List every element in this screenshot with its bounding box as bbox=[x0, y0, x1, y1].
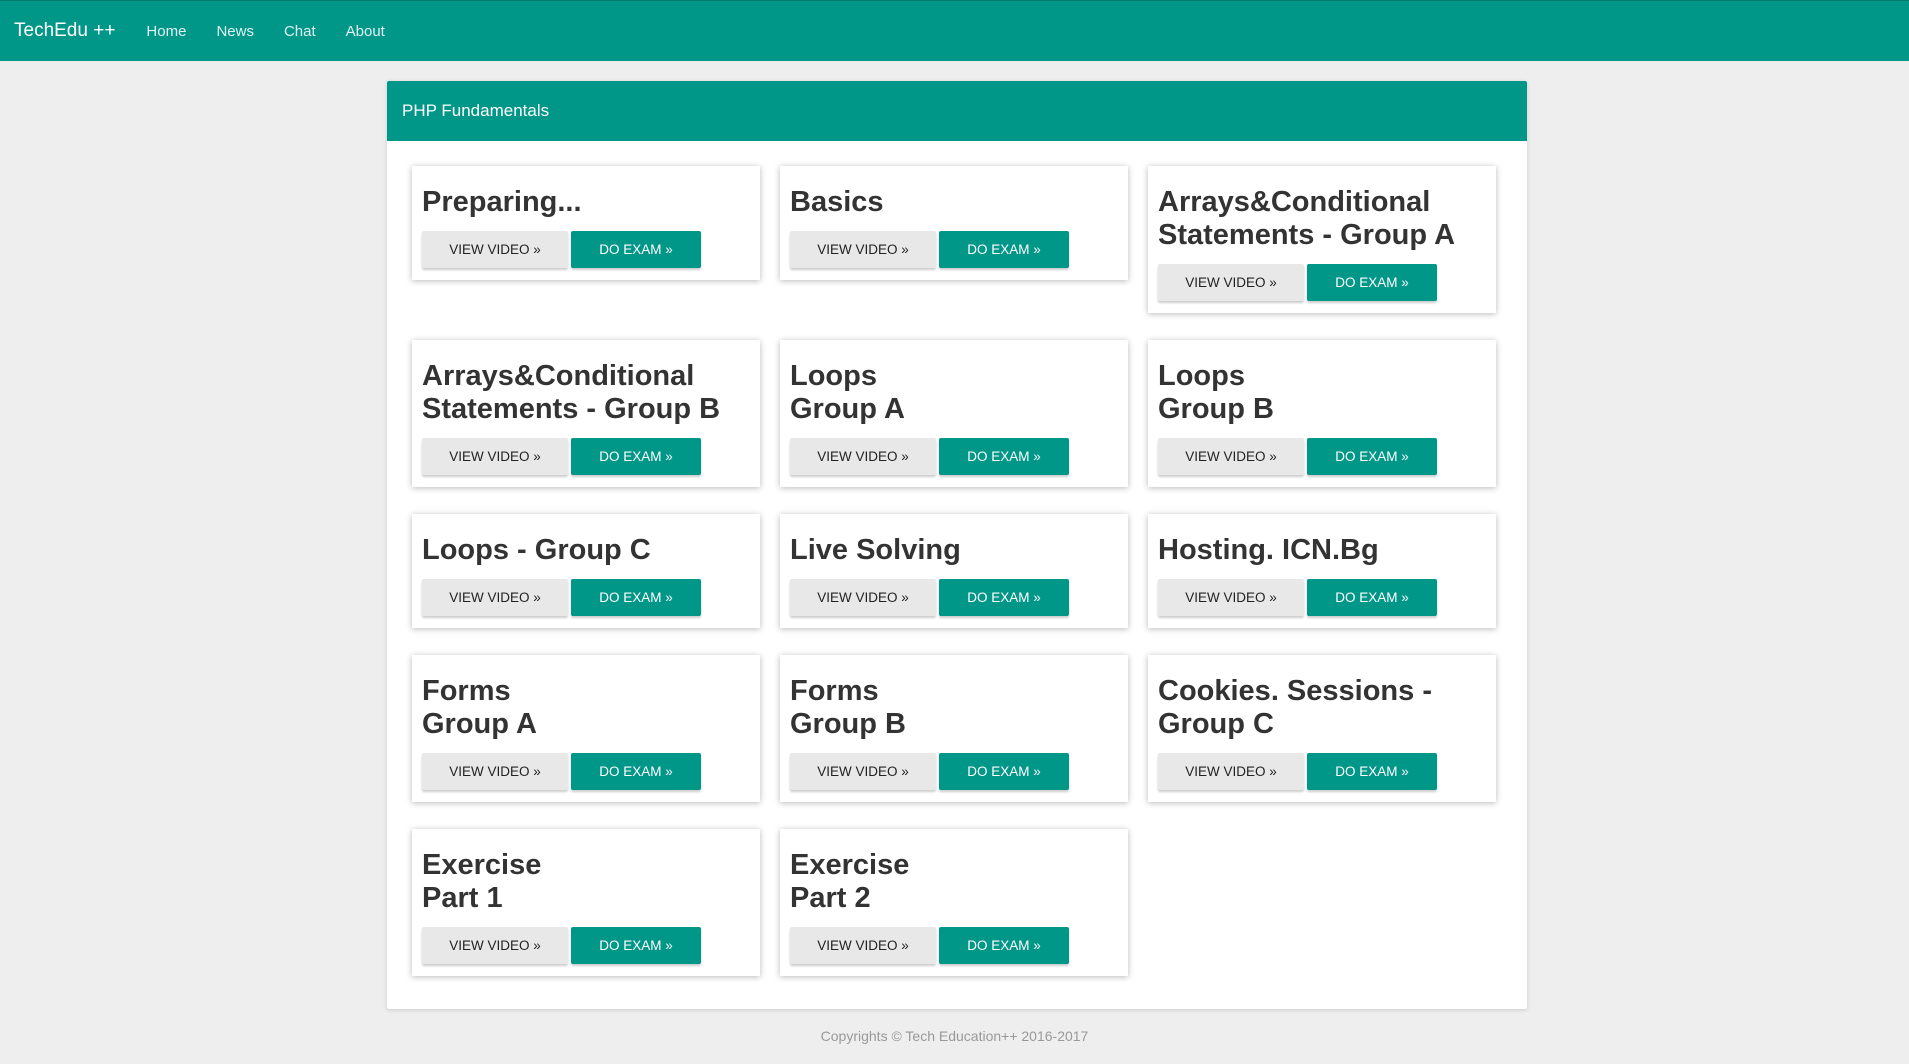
course-title: Cookies. Sessions - Group C bbox=[1158, 675, 1432, 740]
nav-link-news[interactable]: News bbox=[216, 23, 254, 40]
nav-link-about[interactable]: About bbox=[346, 23, 385, 40]
view-video-button[interactable]: VIEW VIDEO » bbox=[790, 753, 936, 790]
nav-link-chat[interactable]: Chat bbox=[284, 23, 316, 40]
brand-link[interactable]: TechEdu ++ bbox=[14, 20, 115, 42]
do-exam-button[interactable]: DO EXAM » bbox=[1307, 579, 1437, 616]
view-video-button[interactable]: VIEW VIDEO » bbox=[422, 927, 568, 964]
course-title: Arrays&Conditional Statements - Group B bbox=[422, 360, 721, 425]
view-video-button[interactable]: VIEW VIDEO » bbox=[1158, 438, 1304, 475]
course-card: Loops Group B VIEW VIDEO » DO EXAM » bbox=[1148, 340, 1496, 487]
do-exam-button[interactable]: DO EXAM » bbox=[571, 927, 701, 964]
course-card: Live Solving VIEW VIDEO » DO EXAM » bbox=[780, 514, 1128, 628]
view-video-button[interactable]: VIEW VIDEO » bbox=[790, 231, 936, 268]
course-title: Exercise Part 2 bbox=[790, 849, 910, 914]
view-video-button[interactable]: VIEW VIDEO » bbox=[422, 231, 568, 268]
course-title: Preparing... bbox=[422, 186, 582, 218]
view-video-button[interactable]: VIEW VIDEO » bbox=[1158, 753, 1304, 790]
course-card: Forms Group A VIEW VIDEO » DO EXAM » bbox=[412, 655, 760, 802]
course-card: Exercise Part 1 VIEW VIDEO » DO EXAM » bbox=[412, 829, 760, 976]
view-video-button[interactable]: VIEW VIDEO » bbox=[1158, 579, 1304, 616]
course-card: Arrays&Conditional Statements - Group B … bbox=[412, 340, 760, 487]
do-exam-button[interactable]: DO EXAM » bbox=[1307, 438, 1437, 475]
course-card: Arrays&Conditional Statements - Group A … bbox=[1148, 166, 1496, 313]
course-title: Forms Group A bbox=[422, 675, 537, 740]
view-video-button[interactable]: VIEW VIDEO » bbox=[422, 579, 568, 616]
do-exam-button[interactable]: DO EXAM » bbox=[939, 231, 1069, 268]
course-title: Loops - Group C bbox=[422, 534, 651, 566]
view-video-button[interactable]: VIEW VIDEO » bbox=[422, 753, 568, 790]
do-exam-button[interactable]: DO EXAM » bbox=[939, 579, 1069, 616]
view-video-button[interactable]: VIEW VIDEO » bbox=[422, 438, 568, 475]
course-title: Forms Group B bbox=[790, 675, 906, 740]
course-card: Exercise Part 2 VIEW VIDEO » DO EXAM » bbox=[780, 829, 1128, 976]
do-exam-button[interactable]: DO EXAM » bbox=[939, 438, 1069, 475]
do-exam-button[interactable]: DO EXAM » bbox=[571, 753, 701, 790]
course-card: Forms Group B VIEW VIDEO » DO EXAM » bbox=[780, 655, 1128, 802]
nav-link-home[interactable]: Home bbox=[146, 23, 186, 40]
do-exam-button[interactable]: DO EXAM » bbox=[939, 927, 1069, 964]
view-video-button[interactable]: VIEW VIDEO » bbox=[1158, 264, 1304, 301]
view-video-button[interactable]: VIEW VIDEO » bbox=[790, 579, 936, 616]
course-panel: PHP Fundamentals Preparing... VIEW VIDEO… bbox=[387, 81, 1527, 1009]
view-video-button[interactable]: VIEW VIDEO » bbox=[790, 438, 936, 475]
course-title: Arrays&Conditional Statements - Group A bbox=[1158, 186, 1456, 251]
course-title: Loops Group A bbox=[790, 360, 905, 425]
panel-title: PHP Fundamentals bbox=[387, 81, 1527, 141]
course-title: Loops Group B bbox=[1158, 360, 1274, 425]
course-card: Loops - Group C VIEW VIDEO » DO EXAM » bbox=[412, 514, 760, 628]
course-title: Exercise Part 1 bbox=[422, 849, 542, 914]
course-card: Basics VIEW VIDEO » DO EXAM » bbox=[780, 166, 1128, 280]
course-card: Hosting. ICN.Bg VIEW VIDEO » DO EXAM » bbox=[1148, 514, 1496, 628]
course-title: Hosting. ICN.Bg bbox=[1158, 534, 1379, 566]
course-card: Cookies. Sessions - Group C VIEW VIDEO »… bbox=[1148, 655, 1496, 802]
course-title: Basics bbox=[790, 186, 884, 218]
course-card: Loops Group A VIEW VIDEO » DO EXAM » bbox=[780, 340, 1128, 487]
course-title: Live Solving bbox=[790, 534, 961, 566]
do-exam-button[interactable]: DO EXAM » bbox=[1307, 753, 1437, 790]
top-navbar: TechEdu ++ Home News Chat About bbox=[0, 0, 1909, 61]
footer-copyright: Copyrights © Tech Education++ 2016-2017 bbox=[820, 1028, 1089, 1044]
course-card: Preparing... VIEW VIDEO » DO EXAM » bbox=[412, 166, 760, 280]
do-exam-button[interactable]: DO EXAM » bbox=[571, 231, 701, 268]
view-video-button[interactable]: VIEW VIDEO » bbox=[790, 927, 936, 964]
do-exam-button[interactable]: DO EXAM » bbox=[1307, 264, 1437, 301]
do-exam-button[interactable]: DO EXAM » bbox=[571, 438, 701, 475]
do-exam-button[interactable]: DO EXAM » bbox=[939, 753, 1069, 790]
do-exam-button[interactable]: DO EXAM » bbox=[571, 579, 701, 616]
